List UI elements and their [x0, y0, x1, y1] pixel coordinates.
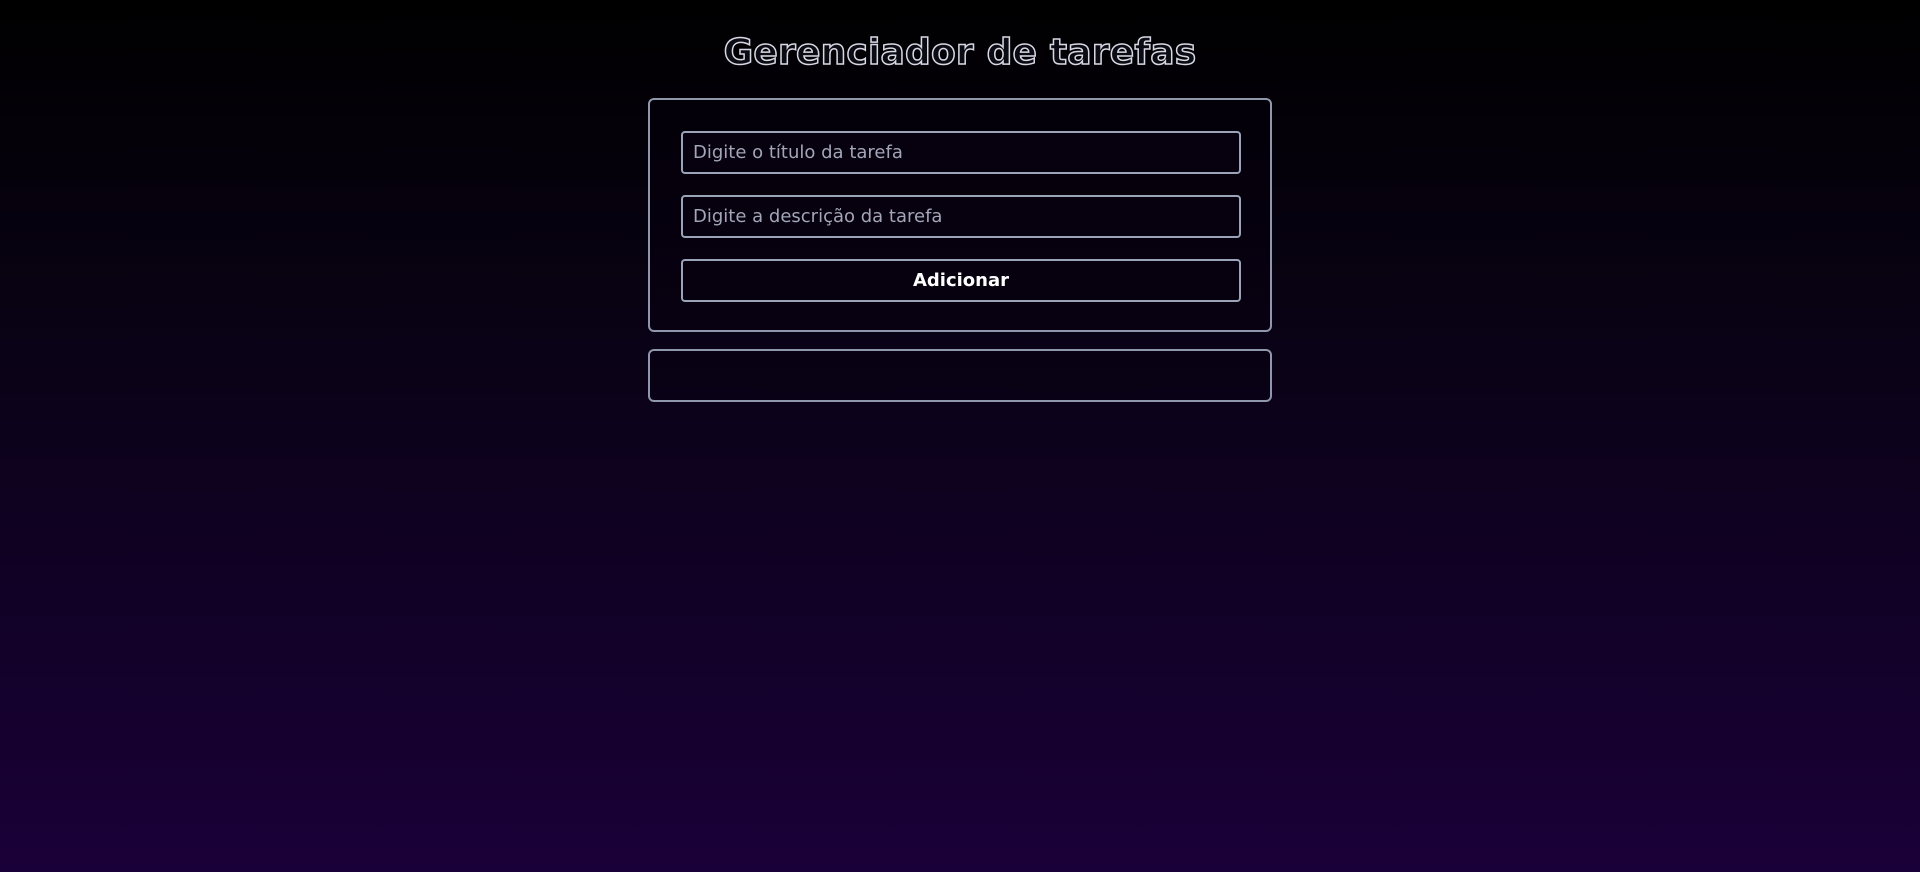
task-form-card: Adicionar — [648, 98, 1272, 332]
page-title: Gerenciador de tarefas — [723, 31, 1197, 74]
add-task-button[interactable]: Adicionar — [681, 259, 1241, 302]
task-description-input[interactable] — [681, 195, 1241, 238]
task-title-input[interactable] — [681, 131, 1241, 174]
task-list — [648, 349, 1272, 402]
